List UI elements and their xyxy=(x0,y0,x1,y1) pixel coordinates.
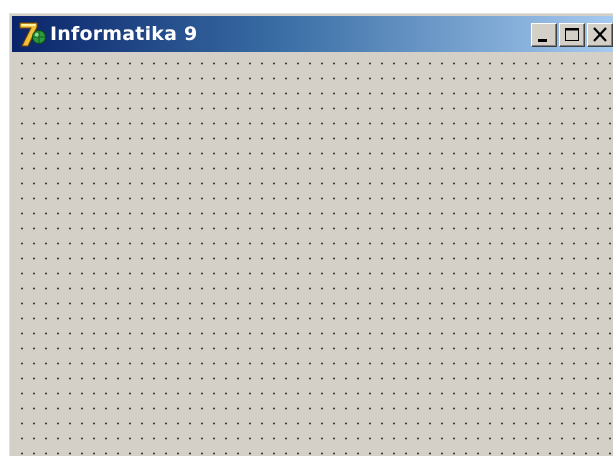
app-window: Informatika 9 xyxy=(8,12,613,456)
minimize-button[interactable] xyxy=(531,23,557,47)
close-icon xyxy=(593,27,607,42)
informatika-logo-icon[interactable] xyxy=(17,20,49,48)
title-bar[interactable]: Informatika 9 xyxy=(12,16,613,52)
maximize-button[interactable] xyxy=(559,23,585,47)
maximize-icon xyxy=(565,28,579,41)
close-button[interactable] xyxy=(587,23,613,47)
dot-grid-canvas[interactable] xyxy=(12,54,613,456)
window-title: Informatika 9 xyxy=(50,23,198,45)
caption-buttons xyxy=(531,23,613,47)
minimize-icon xyxy=(538,39,547,42)
